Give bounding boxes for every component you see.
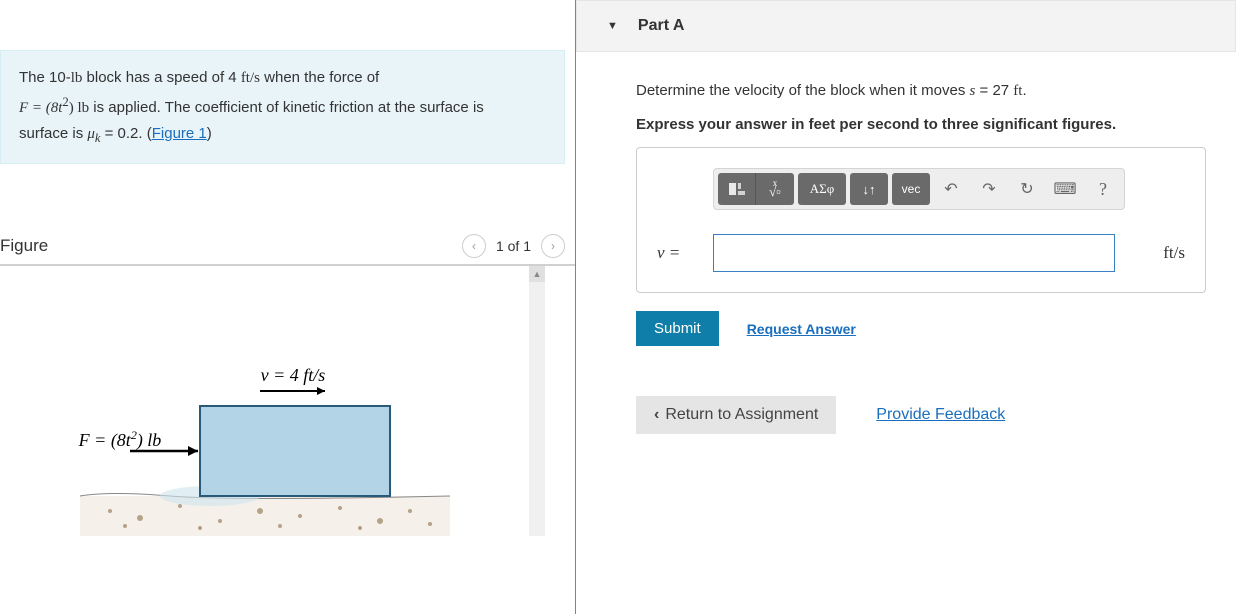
force-label: F = (8t2) lb (78, 428, 162, 451)
figure-prev-button[interactable]: ‹ (462, 234, 486, 258)
question-eq: = 27 (975, 82, 1013, 99)
figure-diagram: v = 4 ft/s F = (8t2) lb (50, 296, 480, 536)
unit-fts: ft/s (241, 70, 260, 86)
figure-scrollbar[interactable]: ▲ (529, 266, 545, 536)
mu-symbol: μ (87, 126, 95, 142)
part-title: Part A (638, 17, 685, 35)
answer-input[interactable] (713, 234, 1115, 272)
help-button[interactable]: ? (1086, 173, 1120, 205)
close-paren: ) (207, 125, 212, 142)
velocity-label: v = 4 ft/s (261, 365, 326, 385)
figure-next-button[interactable]: › (541, 234, 565, 258)
templates-button[interactable] (718, 173, 756, 205)
problem-text: surface is (19, 125, 87, 142)
figure-section: Figure ‹ 1 of 1 › ▲ (0, 234, 575, 536)
fraction-root-button[interactable]: x√▫ (756, 173, 794, 205)
vector-button[interactable]: vec (892, 173, 930, 205)
unit-label: ft/s (1115, 243, 1185, 263)
feedback-link[interactable]: Provide Feedback (876, 406, 1005, 424)
left-pane: The 10-lb block has a speed of 4 ft/s wh… (0, 0, 575, 614)
equation-toolbar: x√▫ ΑΣφ ↓↑ vec ↶ ↷ ↻ ⌨ ? (713, 168, 1125, 210)
answer-box: x√▫ ΑΣφ ↓↑ vec ↶ ↷ ↻ ⌨ ? (636, 147, 1206, 293)
mu-value: = 0.2. ( (100, 125, 151, 142)
problem-text: block has a speed of 4 (82, 69, 240, 86)
question-end: . (1022, 82, 1026, 99)
redo-button[interactable]: ↷ (972, 173, 1006, 205)
part-header[interactable]: ▼ Part A (576, 0, 1236, 52)
undo-button[interactable]: ↶ (934, 173, 968, 205)
greek-button[interactable]: ΑΣφ (798, 173, 846, 205)
variable-label: v = (657, 243, 713, 263)
keyboard-button[interactable]: ⌨ (1048, 173, 1082, 205)
return-label: Return to Assignment (665, 406, 818, 424)
collapse-icon: ▼ (607, 20, 618, 32)
problem-text: is applied. The coefficient of kinetic f… (89, 99, 484, 116)
problem-statement: The 10-lb block has a speed of 4 ft/s wh… (0, 50, 565, 164)
question-text: Determine the velocity of the block when… (636, 82, 1206, 100)
chevron-left-icon: ‹ (654, 406, 659, 424)
question-pre: Determine the velocity of the block when… (636, 82, 970, 99)
reset-button[interactable]: ↻ (1010, 173, 1044, 205)
scroll-up-icon[interactable]: ▲ (529, 266, 545, 282)
figure-counter: 1 of 1 (496, 238, 531, 254)
problem-text: The 10- (19, 69, 71, 86)
request-answer-link[interactable]: Request Answer (747, 321, 856, 337)
return-button[interactable]: ‹ Return to Assignment (636, 396, 836, 434)
force-expr: F = (8t (19, 100, 62, 116)
submit-button[interactable]: Submit (636, 311, 719, 346)
right-pane: ▼ Part A Determine the velocity of the b… (576, 0, 1236, 614)
problem-text: when the force of (260, 69, 379, 86)
force-suffix: ) lb (69, 100, 89, 116)
unit-lb: lb (71, 70, 83, 86)
subscript-button[interactable]: ↓↑ (850, 173, 888, 205)
instruction: Express your answer in feet per second t… (636, 116, 1206, 133)
figure-link[interactable]: Figure 1 (152, 125, 207, 142)
figure-title: Figure (0, 236, 462, 256)
